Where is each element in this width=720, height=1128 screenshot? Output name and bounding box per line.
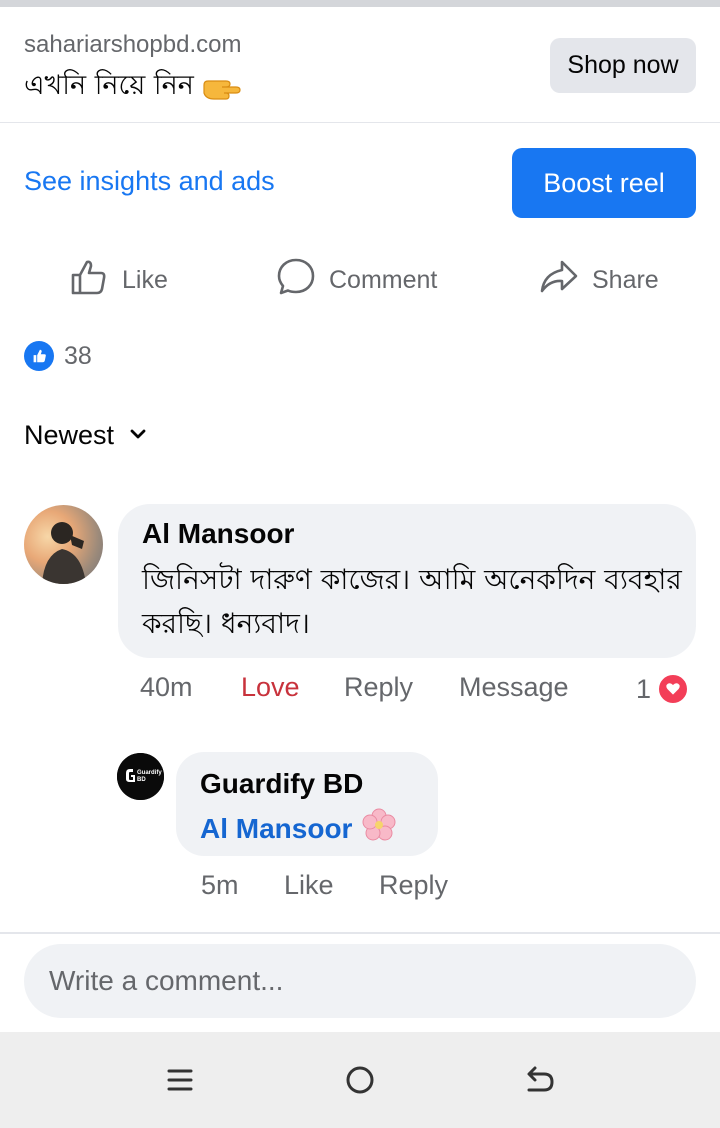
- pointing-hand-icon: [202, 73, 242, 103]
- reaction-count: 38: [64, 341, 92, 370]
- home-button[interactable]: [340, 1060, 380, 1100]
- boost-reel-button[interactable]: Boost reel: [512, 148, 696, 218]
- reply-time: 5m: [201, 870, 239, 900]
- comment-time: 40m: [140, 672, 193, 702]
- comment-label: Comment: [329, 265, 438, 294]
- top-edge: [0, 0, 720, 7]
- shop-now-button[interactable]: Shop now: [550, 38, 696, 93]
- share-icon: [538, 256, 580, 305]
- message-button[interactable]: Message: [459, 672, 569, 706]
- cherry-blossom-icon: [362, 808, 396, 849]
- like-label: Like: [122, 265, 168, 294]
- comment-button[interactable]: Comment: [275, 250, 437, 310]
- reaction-summary[interactable]: 38: [24, 341, 92, 371]
- comment-reaction-count: 1: [636, 673, 652, 704]
- back-button[interactable]: [520, 1060, 560, 1100]
- comment-sort-dropdown[interactable]: Newest: [24, 420, 148, 451]
- comment-input[interactable]: [24, 944, 696, 1018]
- thumbs-up-icon: [68, 256, 110, 305]
- post-action-bar: Like Comment Share: [0, 250, 720, 310]
- ad-domain: sahariarshopbd.com: [24, 31, 242, 58]
- comment-icon: [275, 256, 317, 305]
- page-avatar[interactable]: Guardify BD: [117, 753, 164, 800]
- reply-author[interactable]: Guardify BD: [200, 768, 363, 800]
- like-reaction-icon: [24, 341, 54, 371]
- share-label: Share: [592, 265, 659, 294]
- heart-icon: [657, 673, 690, 705]
- ad-cta-row[interactable]: sahariarshopbd.com এখনি নিয়ে নিন Shop n…: [0, 7, 720, 123]
- reply-button[interactable]: Reply: [344, 672, 413, 706]
- like-button[interactable]: Like: [68, 250, 168, 310]
- ad-headline: এখনি নিয়ে নিন: [24, 65, 242, 110]
- home-circle-icon: [346, 1066, 374, 1094]
- comment-text: জিনিসটা দারুণ কাজের। আমি অনেকদিন ব্যবহার…: [142, 563, 682, 640]
- comment-reaction-summary[interactable]: 1: [636, 673, 690, 705]
- chevron-down-icon: [128, 420, 148, 451]
- ad-headline-text: এখনি নিয়ে নিন: [24, 70, 194, 101]
- sort-label: Newest: [24, 420, 115, 450]
- love-reaction-button[interactable]: Love: [241, 672, 300, 706]
- mention-link[interactable]: Al Mansoor: [200, 813, 352, 845]
- share-button[interactable]: Share: [538, 250, 659, 310]
- menu-lines-icon: [167, 1069, 193, 1091]
- page-avatar-text: Guardify BD: [137, 770, 162, 783]
- reply-mention[interactable]: Al Mansoor: [200, 808, 396, 849]
- see-insights-link[interactable]: See insights and ads: [24, 166, 275, 197]
- back-arrow-icon: [527, 1066, 554, 1092]
- system-nav-bar: [0, 1032, 720, 1128]
- comment-author[interactable]: Al Mansoor: [142, 518, 294, 550]
- reply-like-button[interactable]: Like: [284, 870, 334, 904]
- composer-divider: [0, 932, 720, 934]
- commenter-avatar[interactable]: [24, 505, 103, 584]
- reply-reply-button[interactable]: Reply: [379, 870, 448, 904]
- recent-apps-button[interactable]: [160, 1060, 200, 1100]
